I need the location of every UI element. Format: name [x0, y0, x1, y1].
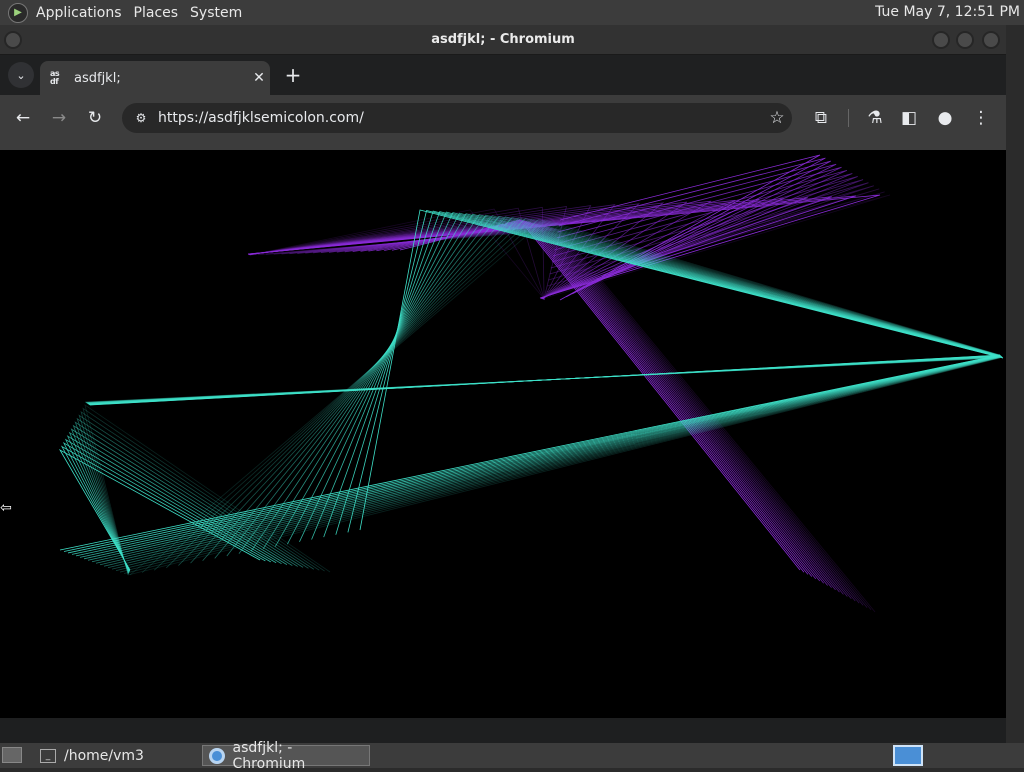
- sidepanel-icon[interactable]: ◧: [898, 107, 920, 129]
- window-menu-button[interactable]: [4, 31, 22, 49]
- show-desktop-button[interactable]: [2, 747, 22, 763]
- art-line: [399, 219, 801, 571]
- resize-cursor-icon: ⇦: [0, 500, 12, 516]
- top-panel: ▶ Applications Places System Tue May 7, …: [0, 0, 1024, 25]
- star-icon[interactable]: ☆: [762, 108, 792, 128]
- art-line: [83, 355, 1001, 560]
- profile-icon[interactable]: ●: [934, 107, 956, 129]
- menu-places[interactable]: Places: [128, 5, 185, 21]
- url-text[interactable]: https://asdfjklsemicolon.com/: [158, 110, 762, 126]
- browser-toolbar: ← → ↻ ⚙ https://asdfjklsemicolon.com/ ☆ …: [0, 95, 1006, 141]
- menu-system[interactable]: System: [184, 5, 248, 21]
- back-icon[interactable]: ←: [12, 107, 34, 129]
- tab-close-icon[interactable]: ✕: [248, 70, 270, 86]
- close-window-button[interactable]: [982, 31, 1000, 49]
- chromium-icon: [209, 747, 225, 764]
- task-chromium[interactable]: asdfjkl; - Chromium: [202, 740, 370, 772]
- reload-icon[interactable]: ↻: [84, 107, 106, 129]
- labs-icon[interactable]: ⚗: [864, 107, 886, 129]
- distro-logo-icon[interactable]: ▶: [8, 2, 28, 23]
- art-line: [67, 354, 1001, 554]
- menu-applications[interactable]: Applications: [30, 5, 128, 21]
- art-line: [190, 216, 1001, 564]
- minimize-button[interactable]: [932, 31, 950, 49]
- art-line: [59, 354, 1001, 551]
- clock[interactable]: Tue May 7, 12:51 PM: [875, 4, 1020, 20]
- tab-title: asdfjkl;: [74, 70, 121, 86]
- art-line: [549, 182, 869, 275]
- window-titlebar[interactable]: asdfjkl; - Chromium: [0, 25, 1006, 55]
- new-tab-button[interactable]: +: [280, 63, 306, 87]
- art-line: [75, 355, 1001, 557]
- menu-icon[interactable]: ⋮: [970, 107, 992, 129]
- tab-active[interactable]: as df asdfjkl; ✕: [40, 61, 270, 95]
- line-art-canvas: [58, 154, 1004, 613]
- terminal-icon: _: [40, 748, 56, 763]
- task-label: asdfjkl; - Chromium: [232, 739, 306, 772]
- workspace-switcher[interactable]: [893, 745, 923, 766]
- art-line: [63, 354, 1001, 552]
- site-info-icon[interactable]: ⚙: [130, 111, 152, 125]
- favicon-icon: as df: [50, 69, 60, 86]
- toolbar-divider: [848, 109, 849, 127]
- maximize-button[interactable]: [956, 31, 974, 49]
- task-terminal[interactable]: _ /home/vm3: [34, 745, 194, 766]
- tab-search-button[interactable]: ⌄: [8, 62, 34, 88]
- art-line: [79, 355, 1001, 558]
- extensions-icon[interactable]: ⧉: [810, 107, 832, 129]
- address-bar[interactable]: ⚙ https://asdfjklsemicolon.com/ ☆: [122, 103, 792, 133]
- bottom-panel: _ /home/vm3 asdfjkl; - Chromium: [0, 740, 1024, 772]
- window-title: asdfjkl; - Chromium: [431, 32, 575, 47]
- tab-strip: ⌄ as df asdfjkl; ✕ +: [0, 55, 1006, 95]
- page-content[interactable]: [0, 150, 1006, 718]
- task-label: /home/vm3: [64, 747, 144, 764]
- chevron-down-icon: ⌄: [16, 68, 26, 82]
- forward-icon[interactable]: →: [48, 107, 70, 129]
